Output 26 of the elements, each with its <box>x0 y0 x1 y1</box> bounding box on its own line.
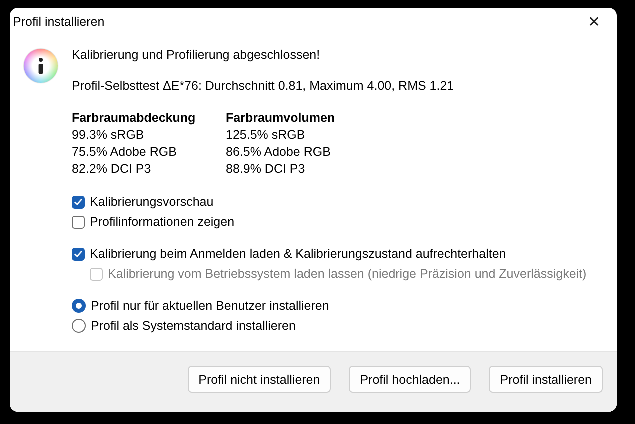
info-icon <box>24 49 58 83</box>
message-text: Kalibrierung und Profilierung abgeschlossen! <box>72 48 322 62</box>
dialog-button[interactable]: Profil nicht installieren <box>188 366 332 393</box>
gamut-value: 82.2% DCI P3 <box>72 161 152 178</box>
column-heading: Farbraumvolumen <box>226 110 336 127</box>
dialog-button[interactable]: Profil hochladen... <box>349 366 472 393</box>
option-label[interactable]: Profil nur für aktuellen Benutzer installieren <box>91 299 330 313</box>
checkbox[interactable] <box>72 248 85 260</box>
self-test-text: Profil-Selbsttest ΔE*76: Durchschnitt 0.81, Maximum 4.00, RMS 1.21 <box>72 79 456 93</box>
option-label[interactable]: Profilinformationen zeigen <box>90 215 235 229</box>
column-heading: Farbraumabdeckung <box>72 110 197 127</box>
gamut-value: 99.3% sRGB <box>72 127 146 144</box>
option-label[interactable]: Kalibrierung beim Anmelden laden & Kalibrierungszustand aufrechterhalten <box>90 247 506 261</box>
radio-button[interactable] <box>72 299 86 313</box>
gamut-value: 75.5% Adobe RGB <box>72 144 178 161</box>
checkbox[interactable] <box>72 196 85 208</box>
window-title: Profil installieren <box>13 15 105 29</box>
checkbox[interactable] <box>72 216 85 228</box>
close-icon[interactable]: ✕ <box>582 13 607 31</box>
radio-button[interactable] <box>72 319 86 333</box>
gamut-value: 88.9% DCI P3 <box>226 161 306 178</box>
gamut-value: 125.5% sRGB <box>226 127 306 144</box>
gamut-value: 86.5% Adobe RGB <box>226 144 332 161</box>
option-label[interactable]: Kalibrierungsvorschau <box>90 195 214 209</box>
option-label[interactable]: Profil als Systemstandard installieren <box>91 319 296 333</box>
dialog-button[interactable]: Profil installieren <box>489 366 603 393</box>
